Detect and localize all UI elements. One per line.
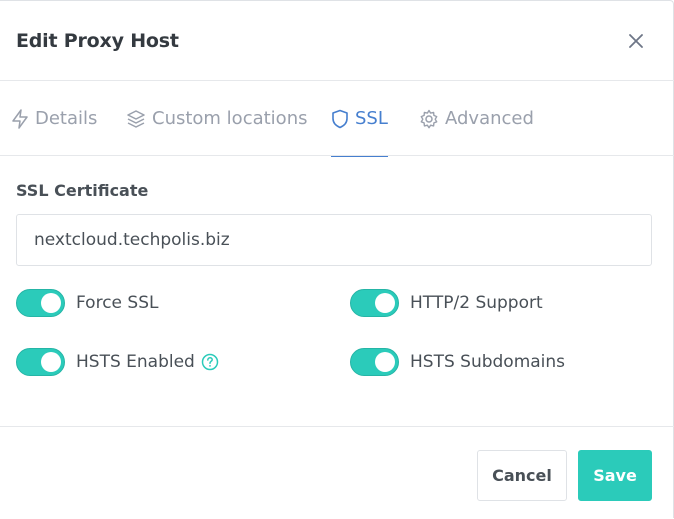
close-button[interactable] — [622, 27, 650, 55]
http2-support-switch[interactable] — [350, 289, 399, 317]
tab-advanced-label: Advanced — [445, 108, 534, 129]
shield-icon — [332, 109, 348, 128]
hsts-subdomains-toggle[interactable]: HSTS Subdomains — [350, 348, 565, 376]
tab-custom-locations-label: Custom locations — [152, 108, 308, 129]
close-icon — [629, 34, 643, 48]
tab-ssl[interactable]: SSL — [331, 81, 388, 157]
modal-header: Edit Proxy Host — [0, 1, 674, 81]
tab-advanced[interactable]: Advanced — [419, 81, 534, 156]
tab-details[interactable]: Details — [11, 81, 97, 156]
http2-support-label: HTTP/2 Support — [410, 293, 543, 313]
force-ssl-label: Force SSL — [76, 293, 159, 313]
ssl-certificate-value: nextcloud.techpolis.biz — [34, 230, 230, 250]
hsts-enabled-toggle[interactable]: HSTS Enabled — [16, 348, 219, 376]
hsts-enabled-label: HSTS Enabled — [76, 352, 195, 372]
hsts-help-button[interactable] — [201, 353, 219, 371]
tab-ssl-label: SSL — [355, 108, 388, 129]
switch-knob — [375, 293, 395, 313]
force-ssl-toggle[interactable]: Force SSL — [16, 289, 158, 317]
modal-title: Edit Proxy Host — [16, 30, 179, 52]
tab-custom-locations[interactable]: Custom locations — [126, 81, 307, 156]
cancel-button[interactable]: Cancel — [477, 450, 567, 501]
bolt-icon — [12, 108, 28, 129]
switch-knob — [41, 293, 61, 313]
ssl-certificate-label: SSL Certificate — [16, 181, 149, 200]
modal-footer: Cancel Save — [0, 426, 674, 519]
ssl-certificate-select[interactable]: nextcloud.techpolis.biz — [16, 214, 652, 266]
tab-bar: Details Custom locations SSL Advanced — [0, 81, 674, 157]
hsts-subdomains-switch[interactable] — [350, 348, 399, 376]
edit-proxy-host-modal: Edit Proxy Host Details Custom locations — [0, 0, 674, 518]
help-circle-icon — [201, 353, 219, 371]
layers-icon — [127, 109, 145, 128]
hsts-enabled-switch[interactable] — [16, 348, 65, 376]
gear-icon — [420, 109, 438, 128]
save-button[interactable]: Save — [578, 450, 652, 501]
switch-knob — [41, 352, 61, 372]
tab-details-label: Details — [35, 108, 98, 129]
switch-knob — [375, 352, 395, 372]
http2-support-toggle[interactable]: HTTP/2 Support — [350, 289, 543, 317]
force-ssl-switch[interactable] — [16, 289, 65, 317]
hsts-subdomains-label: HSTS Subdomains — [410, 352, 566, 372]
